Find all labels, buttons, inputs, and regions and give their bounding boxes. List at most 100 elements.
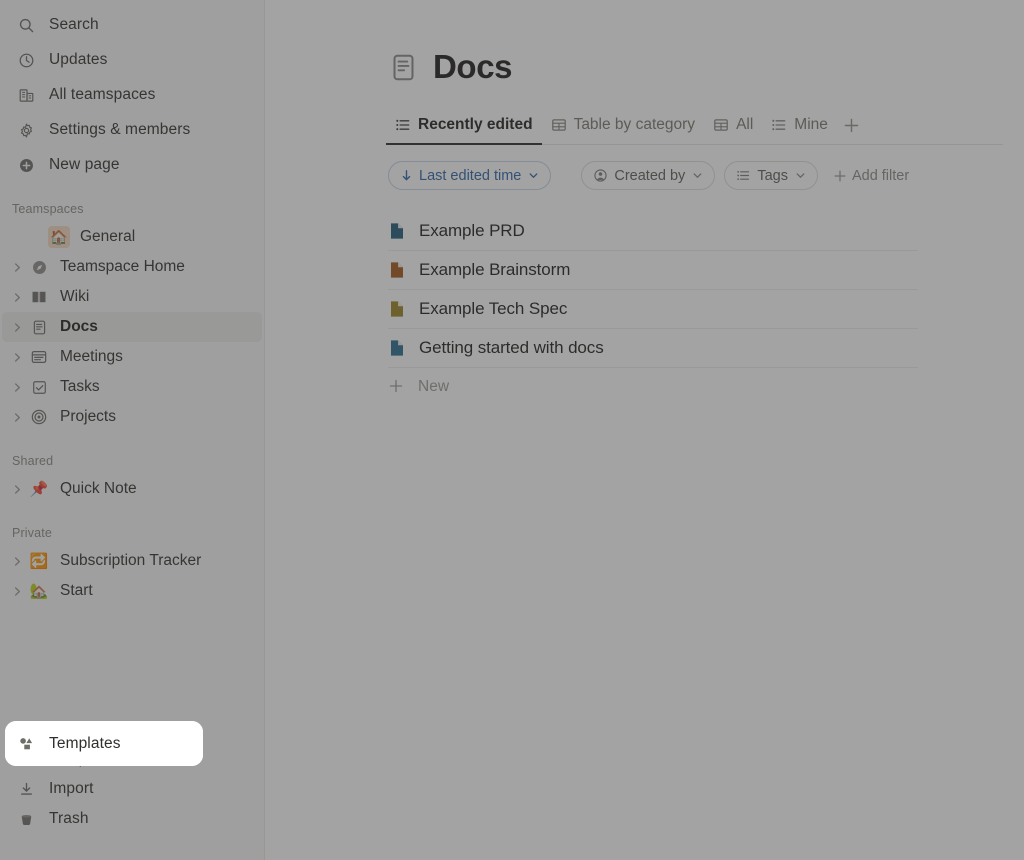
tab-label: Recently edited (418, 116, 533, 133)
sidebar-item-docs[interactable]: Docs (2, 312, 262, 342)
add-view-button[interactable] (839, 112, 865, 138)
sidebar-item-label: Templates (49, 750, 121, 767)
chevron-right-icon[interactable] (8, 378, 26, 396)
chip-label: Tags (757, 167, 788, 184)
document-icon (388, 52, 419, 83)
sidebar-item-settings-members[interactable]: Settings & members (4, 115, 260, 145)
sidebar-item-label: All teamspaces (49, 86, 156, 103)
sidebar-item-wiki[interactable]: Wiki (2, 282, 262, 312)
chevron-right-icon[interactable] (8, 582, 26, 600)
emoji-glyph: 🏡 (29, 582, 49, 600)
list-item[interactable]: Example Brainstorm (388, 251, 918, 290)
window-list-icon (28, 346, 50, 368)
sidebar-item-all-teamspaces[interactable]: All teamspaces (4, 80, 260, 110)
list-item[interactable]: Example PRD (388, 212, 918, 251)
sidebar-item-subscription-tracker[interactable]: 🔁 Subscription Tracker (2, 546, 262, 576)
document-title: Getting started with docs (419, 338, 604, 357)
list-item[interactable]: Getting started with docs (388, 329, 918, 368)
house-with-garden-emoji-icon: 🏡 (28, 580, 50, 602)
tab-recently-edited[interactable]: Recently edited (386, 113, 542, 145)
gear-icon (16, 120, 36, 140)
building-icon (16, 85, 36, 105)
tab-mine[interactable]: Mine (762, 113, 837, 145)
chevron-right-icon[interactable] (8, 552, 26, 570)
add-filter-label: Add filter (851, 167, 910, 184)
sidebar-shared-list: 📌 Quick Note (0, 474, 264, 504)
chevron-down-icon (528, 170, 539, 181)
chevron-right-icon[interactable] (8, 288, 26, 306)
pushpin-emoji-icon: 📌 (28, 478, 50, 500)
sidebar-private-list: 🔁 Subscription Tracker 🏡 Start (0, 546, 264, 606)
app-window: Search Updates All teamspaces Settings &… (0, 0, 1024, 860)
filter-bar: Last edited time Created by Tags Add fil… (388, 161, 1024, 190)
emoji-glyph: 🏠 (48, 226, 70, 248)
sidebar-item-import[interactable]: Import (4, 774, 261, 804)
chevron-right-icon[interactable] (8, 318, 26, 336)
chevron-right-icon (28, 228, 46, 246)
plus-icon (833, 169, 847, 183)
document-icon (28, 316, 50, 338)
tab-all[interactable]: All (704, 113, 762, 145)
sidebar-item-label: Start (60, 582, 93, 599)
sidebar-section-shared-label: Shared (12, 454, 54, 468)
search-icon (16, 15, 36, 35)
sidebar-item-label: General (80, 228, 136, 245)
sidebar-item-templates[interactable]: Templates (4, 744, 261, 774)
page-icon (388, 222, 406, 240)
document-title: Example Brainstorm (419, 260, 571, 279)
list-item[interactable]: Example Tech Spec (388, 290, 918, 329)
sidebar-item-label: Quick Note (60, 480, 137, 497)
document-title: Example PRD (419, 221, 525, 240)
chevron-right-icon[interactable] (8, 258, 26, 276)
view-tabs: Recently edited Table by category All Mi… (386, 112, 1003, 145)
sidebar-item-trash[interactable]: Trash (4, 804, 261, 834)
sidebar-item-label: Projects (60, 408, 116, 425)
sidebar-item-label: Trash (49, 810, 89, 827)
new-document-button[interactable]: New (388, 368, 1024, 406)
sidebar-bottom-nav: Templates Import Trash (0, 744, 265, 834)
add-filter-button[interactable]: Add filter (833, 168, 909, 184)
filter-chip-created-by[interactable]: Created by (581, 161, 716, 190)
person-circle-icon (593, 168, 608, 183)
new-document-label: New (418, 378, 450, 395)
chevron-right-icon[interactable] (8, 408, 26, 426)
chip-label: Last edited time (419, 167, 522, 184)
house-emoji-icon: 🏠 (48, 226, 70, 248)
sidebar-item-quick-note[interactable]: 📌 Quick Note (2, 474, 262, 504)
sidebar-item-label: Updates (49, 51, 108, 68)
sidebar-item-meetings[interactable]: Meetings (2, 342, 262, 372)
tab-label: All (736, 116, 754, 133)
list-icon (771, 117, 787, 133)
emoji-glyph: 🔁 (29, 552, 49, 570)
filter-chip-tags[interactable]: Tags (724, 161, 818, 190)
shapes-icon (16, 749, 36, 769)
sidebar-item-label: Settings & members (49, 121, 191, 138)
document-title: Example Tech Spec (419, 299, 568, 318)
sidebar-item-new-page[interactable]: New page (4, 150, 260, 180)
sidebar-item-label: Wiki (60, 288, 90, 305)
sidebar-item-start[interactable]: 🏡 Start (2, 576, 262, 606)
list-icon (736, 168, 751, 183)
checkbox-icon (28, 376, 50, 398)
sidebar-item-general[interactable]: 🏠 General (2, 222, 262, 252)
trash-icon (16, 809, 36, 829)
sort-chip-last-edited-time[interactable]: Last edited time (388, 161, 552, 190)
chevron-right-icon[interactable] (8, 348, 26, 366)
page-icon (388, 261, 406, 279)
sidebar-section-teamspaces-label: Teamspaces (12, 202, 84, 216)
sidebar-item-search[interactable]: Search (4, 10, 260, 40)
sidebar-item-updates[interactable]: Updates (4, 45, 260, 75)
chevron-right-icon[interactable] (8, 480, 26, 498)
page-icon (388, 300, 406, 318)
table-icon (551, 117, 567, 133)
sidebar-item-tasks[interactable]: Tasks (2, 372, 262, 402)
main-content: Docs Recently edited Table by category A… (265, 0, 1024, 860)
clock-icon (16, 50, 36, 70)
sidebar-item-projects[interactable]: Projects (2, 402, 262, 432)
target-icon (28, 406, 50, 428)
sidebar-item-teamspace-home[interactable]: Teamspace Home (2, 252, 262, 282)
tab-table-by-category[interactable]: Table by category (542, 113, 705, 145)
document-list: Example PRD Example Brainstorm Example T… (388, 212, 1024, 406)
sidebar-item-label: Import (49, 780, 94, 797)
sidebar-item-label: Meetings (60, 348, 123, 365)
